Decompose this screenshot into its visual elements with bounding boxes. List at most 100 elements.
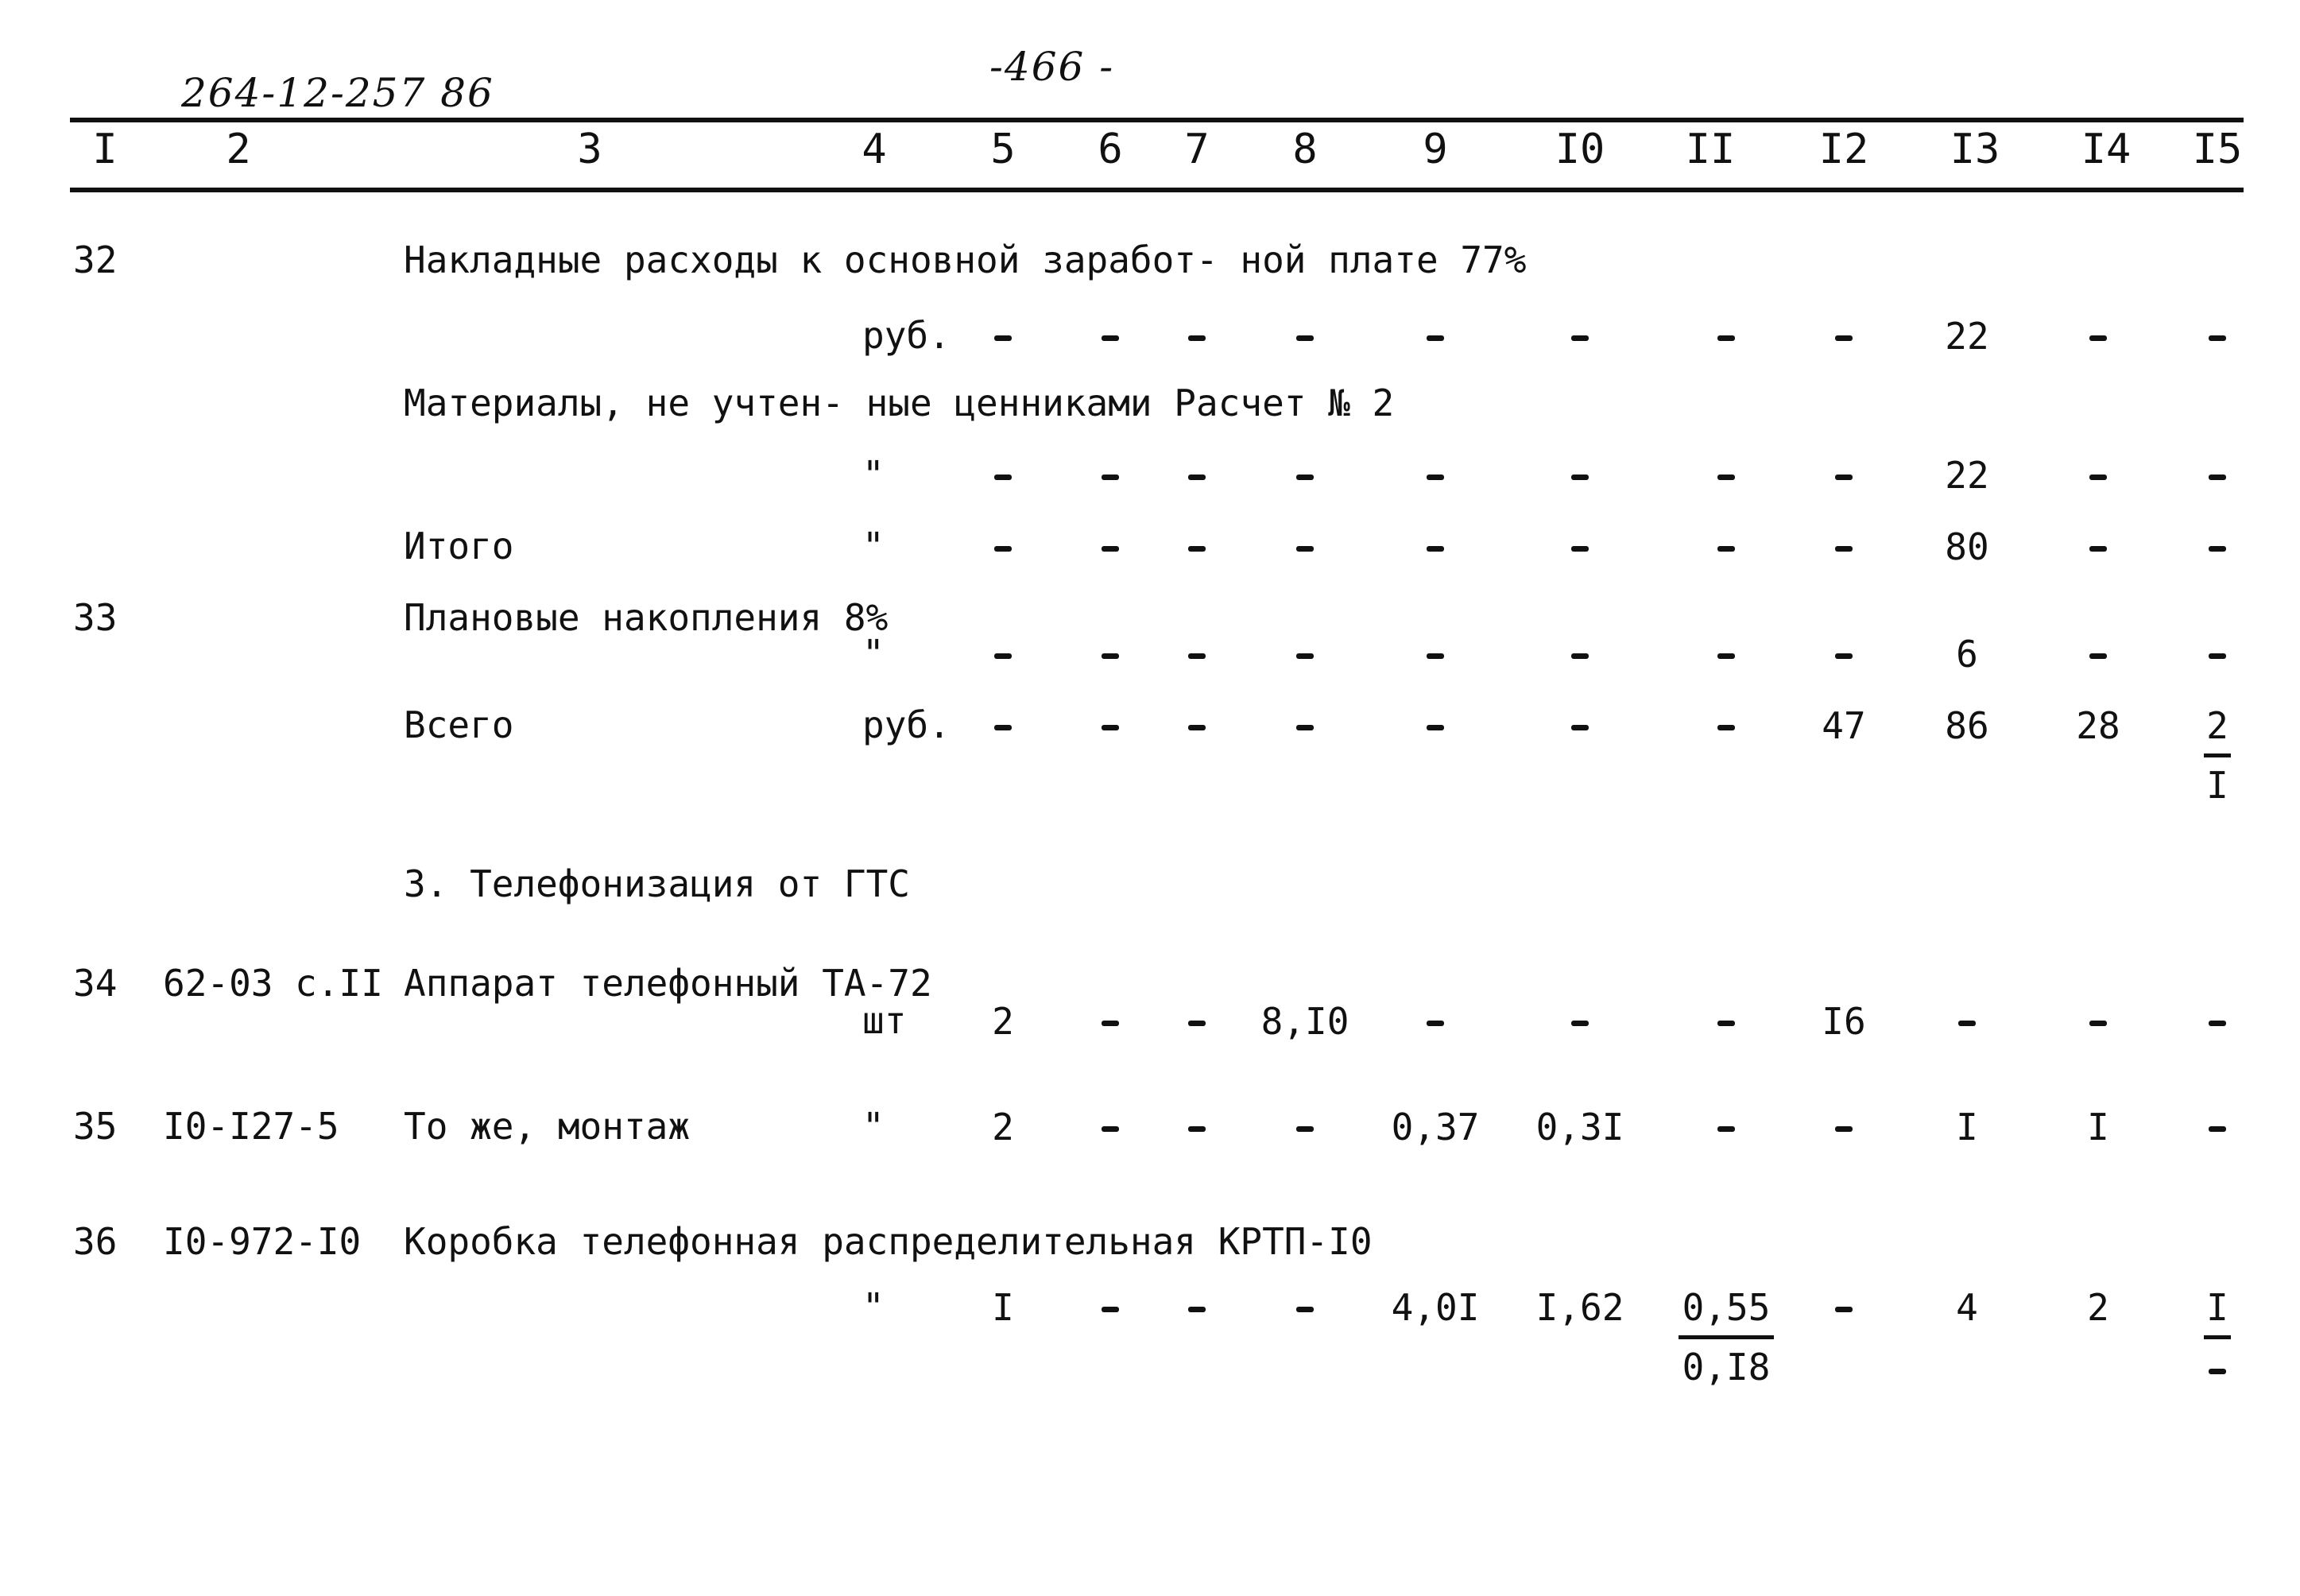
row-number: 36	[73, 1220, 118, 1263]
dash-mark	[1296, 475, 1314, 480]
dash-mark	[2089, 546, 2107, 552]
value-cell: I	[2206, 1286, 2228, 1329]
column-header: I4	[2081, 126, 2132, 173]
fraction-denominator: 0,I8	[1682, 1346, 1771, 1389]
dash-mark	[1835, 475, 1853, 480]
dash-mark	[1188, 475, 1206, 480]
unit: "	[862, 632, 885, 675]
dash-mark	[1717, 725, 1735, 730]
dash-mark	[1296, 335, 1314, 341]
value-cell: 2	[2206, 704, 2228, 747]
rate-code: I0-I27-5	[163, 1105, 339, 1148]
rate-code: 62-03 с.II	[163, 962, 383, 1005]
dash-mark	[1188, 653, 1206, 659]
value-cell: I	[992, 1286, 1014, 1329]
unit: "	[862, 1285, 885, 1328]
dash-mark	[2209, 335, 2226, 341]
value-cell: 4,0I	[1391, 1286, 1480, 1329]
value-cell: 6	[1956, 633, 1978, 676]
value-cell: 0,3I	[1535, 1106, 1624, 1149]
dash-mark	[1188, 1307, 1206, 1312]
section-title: 3. Телефонизация от ГТС	[404, 862, 910, 905]
dash-mark	[1296, 1126, 1314, 1132]
dash-mark	[2209, 1021, 2226, 1026]
column-header: II	[1685, 126, 1736, 173]
value-cell: 86	[1945, 704, 1989, 747]
dash-mark	[2089, 335, 2107, 341]
column-header: 8	[1292, 126, 1318, 173]
dash-mark	[1188, 335, 1206, 341]
dash-mark	[994, 475, 1012, 480]
unit: "	[862, 1105, 885, 1148]
item-name: Накладные расходы к основной заработ- но…	[404, 238, 1527, 281]
value-cell: I	[2087, 1106, 2109, 1149]
item-name: Итого	[404, 525, 514, 568]
dash-mark	[1958, 1021, 1976, 1026]
fraction-line	[2204, 1335, 2231, 1339]
dash-mark	[1717, 1126, 1735, 1132]
fraction-line	[1679, 1335, 1774, 1339]
value-cell: 2	[992, 1000, 1014, 1043]
value-cell: I,62	[1535, 1286, 1624, 1329]
page-number: -466 -	[989, 44, 1115, 90]
dash-mark	[1427, 725, 1444, 730]
item-name: Коробка телефонная распределительная КРТ…	[404, 1220, 1373, 1263]
unit: шт	[862, 999, 907, 1042]
dash-mark	[994, 725, 1012, 730]
row-number: 32	[73, 238, 118, 281]
dash-mark	[1717, 335, 1735, 341]
value-cell: 4	[1956, 1286, 1978, 1329]
dash-mark	[1835, 335, 1853, 341]
dash-mark	[1296, 653, 1314, 659]
item-name: Материалы, не учтен- ные ценниками Расче…	[404, 382, 1395, 424]
column-header: 9	[1423, 126, 1448, 173]
column-header: I0	[1555, 126, 1605, 173]
fraction-denominator: I	[2206, 764, 2228, 807]
dash-mark	[1427, 653, 1444, 659]
value-cell: I6	[1822, 1000, 1866, 1043]
unit: "	[862, 453, 885, 496]
dash-mark	[2209, 475, 2226, 480]
dash-mark	[1717, 1021, 1735, 1026]
item-name: Плановые накопления 8%	[404, 596, 889, 639]
column-header: I3	[1950, 126, 2000, 173]
dash-mark	[1102, 335, 1119, 341]
dash-mark	[2089, 653, 2107, 659]
dash-mark	[1835, 546, 1853, 552]
dash-mark	[1717, 475, 1735, 480]
dash-mark	[2209, 1126, 2226, 1132]
dash-mark	[1571, 1021, 1589, 1026]
item-name: Всего	[404, 703, 514, 746]
dash-mark	[1571, 546, 1589, 552]
item-name: Аппарат телефонный ТА-72	[404, 962, 932, 1005]
header-bottom-rule	[70, 188, 2244, 192]
column-header: 3	[577, 126, 602, 173]
row-number: 33	[73, 596, 118, 639]
value-cell: 2	[992, 1106, 1014, 1149]
dash-mark	[1102, 1307, 1119, 1312]
dash-mark	[1717, 653, 1735, 659]
dash-mark	[994, 546, 1012, 552]
row-number: 34	[73, 962, 118, 1005]
dash-mark	[2209, 653, 2226, 659]
dash-mark	[2089, 475, 2107, 480]
value-cell: I	[1956, 1106, 1978, 1149]
dash-mark	[1188, 725, 1206, 730]
column-header: 6	[1098, 126, 1123, 173]
dash-mark	[2089, 1021, 2107, 1026]
dash-mark	[1717, 546, 1735, 552]
column-header: 5	[990, 126, 1016, 173]
dash-mark	[1427, 335, 1444, 341]
dash-mark	[1427, 546, 1444, 552]
value-cell: 22	[1945, 315, 1989, 358]
value-cell: 47	[1822, 704, 1866, 747]
value-cell: 22	[1945, 454, 1989, 497]
dash-mark	[1835, 1307, 1853, 1312]
value-cell: 0,55	[1682, 1286, 1771, 1329]
dash-mark	[1427, 1021, 1444, 1026]
column-header: 4	[862, 126, 887, 173]
dash-mark	[1188, 546, 1206, 552]
dash-mark	[1571, 653, 1589, 659]
dash-mark	[1188, 1021, 1206, 1026]
dash-mark	[994, 653, 1012, 659]
